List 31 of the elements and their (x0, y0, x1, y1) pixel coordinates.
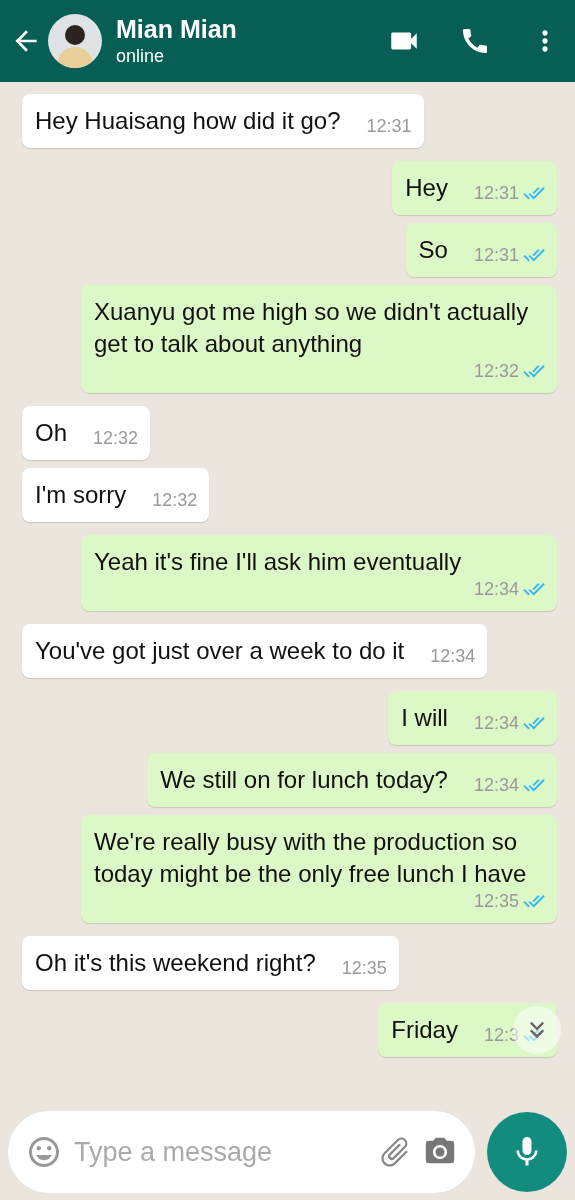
message-time: 12:34 (430, 645, 476, 667)
message-time: 12:32 (152, 489, 198, 511)
message-text: Oh (35, 418, 67, 448)
message-time: 12:31 (366, 115, 412, 137)
message-time: 12:3 (483, 1024, 519, 1046)
message-text: Hey Huaisang how did it go? (35, 106, 341, 136)
message-time: 12:32 (473, 360, 519, 382)
message-text: I will (401, 703, 448, 733)
message-time: 12:34 (473, 712, 519, 734)
message-text: You've got just over a week to do it (35, 636, 405, 666)
emoji-icon[interactable] (26, 1134, 62, 1170)
message-time: 12:34 (473, 578, 519, 600)
avatar-icon[interactable] (48, 14, 102, 68)
message-text: Xuanyu got me high so we didn't actually get to talk about anything (94, 297, 530, 359)
message-text: Oh it's this weekend right? (35, 948, 316, 978)
message-text: So (418, 235, 448, 265)
message-text: I'm sorry (35, 480, 127, 510)
message-time: 12:35 (341, 957, 387, 979)
message-text: We're really busy with the production so today might be the only free lunch I have (94, 827, 528, 889)
contact-status: online (116, 46, 166, 67)
message-time: 12:34 (473, 774, 519, 796)
message-text: Yeah it's fine I'll ask him eventually (94, 547, 462, 577)
message-field[interactable]: Type a message (8, 1111, 475, 1193)
message-text: Friday (391, 1015, 458, 1045)
message-text: Hey (405, 173, 448, 203)
message-time: 12:31 (473, 244, 519, 266)
message-time: 12:31 (473, 182, 519, 204)
contact-name: Mian Mian (116, 15, 238, 44)
message-time: 12:35 (473, 890, 519, 912)
message-text: We still on for lunch today? (160, 765, 448, 795)
message-time: 12:32 (93, 427, 139, 449)
